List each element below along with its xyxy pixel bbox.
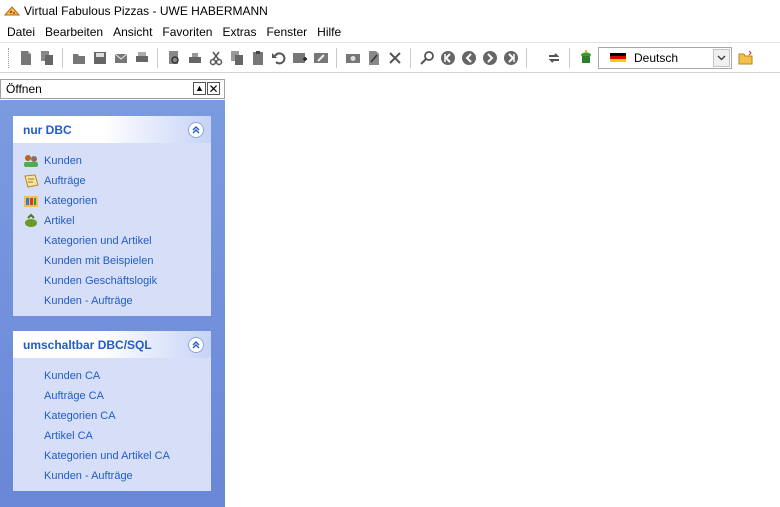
nav-item-label: Kategorien und Artikel CA (44, 450, 170, 462)
group-nur-dbc: nur DBC Kunden Aufträge Kategorien Artik… (13, 116, 211, 316)
nav-item-kunden-geschaeftslogik[interactable]: Kunden Geschäftslogik (13, 271, 211, 291)
nav-item-label: Kategorien CA (44, 410, 116, 422)
open-icon[interactable] (69, 48, 88, 68)
language-value: Deutsch (634, 50, 679, 65)
edit-record-icon[interactable] (311, 48, 330, 68)
nav-item-auftraege[interactable]: Aufträge (13, 171, 211, 191)
categories-icon (23, 193, 39, 209)
group-umschaltbar: umschaltbar DBC/SQL Kunden CA Aufträge C… (13, 331, 211, 491)
nav-item-kategorien-und-artikel-ca[interactable]: Kategorien und Artikel CA (13, 446, 211, 466)
last-record-icon[interactable] (501, 48, 520, 68)
nav-item-kunden-mit-beispielen[interactable]: Kunden mit Beispielen (13, 251, 211, 271)
toolbar-separator (62, 47, 63, 68)
previous-record-icon[interactable] (459, 48, 478, 68)
panel-body: nur DBC Kunden Aufträge Kategorien Artik… (0, 100, 225, 507)
new-record-icon[interactable] (290, 48, 309, 68)
new-document-icon[interactable] (16, 48, 35, 68)
panel-title: Öffnen (6, 82, 42, 96)
nav-item-artikel-ca[interactable]: Artikel CA (13, 426, 211, 446)
next-record-icon[interactable] (480, 48, 499, 68)
panel-header: Öffnen ▲ ✕ (0, 79, 225, 99)
cut-icon[interactable] (206, 48, 225, 68)
orders-icon (23, 173, 39, 189)
search-icon[interactable] (417, 48, 436, 68)
menu-bearbeiten[interactable]: Bearbeiten (40, 22, 108, 42)
print-preview-icon[interactable] (164, 48, 183, 68)
nav-item-label: Kunden CA (44, 370, 101, 382)
first-record-icon[interactable] (438, 48, 457, 68)
nav-item-auftraege-ca[interactable]: Aufträge CA (13, 386, 211, 406)
nav-item-artikel[interactable]: Artikel (13, 211, 211, 231)
print-setup-icon[interactable] (185, 48, 204, 68)
close-icon[interactable]: ✕ (207, 82, 220, 95)
edit-icon[interactable] (364, 48, 383, 68)
menu-datei[interactable]: Datei (2, 22, 40, 42)
nav-item-kategorien-und-artikel[interactable]: Kategorien und Artikel (13, 231, 211, 251)
menu-ansicht[interactable]: Ansicht (108, 22, 157, 42)
toolbar-separator (157, 47, 158, 68)
copy-icon[interactable] (227, 48, 246, 68)
nav-item-label: Artikel (44, 215, 75, 227)
collapse-icon[interactable] (188, 122, 204, 138)
toolbar: Deutsch (0, 42, 780, 73)
nav-item-label: Aufträge CA (44, 390, 104, 402)
email-icon[interactable] (111, 48, 130, 68)
nav-item-kategorien[interactable]: Kategorien (13, 191, 211, 211)
delete-icon[interactable] (385, 48, 404, 68)
collapse-icon[interactable] (188, 337, 204, 353)
refresh-icon[interactable] (544, 48, 563, 68)
stack-icon[interactable] (576, 48, 595, 68)
nav-item-kunden-auftraege[interactable]: Kunden - Aufträge (13, 291, 211, 311)
window-title: Virtual Fabulous Pizzas - UWE HABERMANN (24, 4, 268, 18)
save-icon[interactable] (90, 48, 109, 68)
nav-item-kategorien-ca[interactable]: Kategorien CA (13, 406, 211, 426)
german-flag-icon (610, 52, 626, 63)
nav-item-label: Kunden mit Beispielen (44, 255, 154, 267)
open-panel: Öffnen ▲ ✕ nur DBC Kunden Aufträge Kateg… (0, 79, 225, 507)
toolbar-grip[interactable] (8, 47, 11, 68)
nav-item-label: Kunden Geschäftslogik (44, 275, 158, 287)
group-header[interactable]: umschaltbar DBC/SQL (13, 331, 211, 358)
group-title: nur DBC (23, 122, 72, 137)
undo-icon[interactable] (269, 48, 288, 68)
toolbar-separator (526, 47, 527, 68)
menu-hilfe[interactable]: Hilfe (312, 22, 346, 42)
toolbar-separator (569, 47, 570, 68)
title-bar: Virtual Fabulous Pizzas - UWE HABERMANN (0, 0, 780, 22)
nav-item-kunden-ca[interactable]: Kunden CA (13, 366, 211, 386)
pizza-icon (4, 6, 20, 16)
nav-item-label: Aufträge (44, 175, 86, 187)
toolbar-separator (410, 47, 411, 68)
customers-icon (23, 153, 39, 169)
articles-icon (23, 213, 39, 229)
screenshot-icon[interactable] (343, 48, 362, 68)
copy-document-icon[interactable] (37, 48, 56, 68)
toolbar-separator (336, 47, 337, 68)
group-header[interactable]: nur DBC (13, 116, 211, 143)
nav-item-label: Kunden (44, 155, 82, 167)
nav-item-label: Kunden - Aufträge (44, 470, 133, 482)
chevron-down-icon[interactable] (713, 48, 730, 67)
menu-extras[interactable]: Extras (217, 22, 261, 42)
paste-icon[interactable] (248, 48, 267, 68)
nav-item-kunden[interactable]: Kunden (13, 151, 211, 171)
nav-item-label: Kategorien (44, 195, 98, 207)
print-icon[interactable] (132, 48, 151, 68)
group-title: umschaltbar DBC/SQL (23, 337, 152, 352)
menu-favoriten[interactable]: Favoriten (157, 22, 217, 42)
folder-open-icon[interactable] (736, 48, 755, 68)
nav-item-label: Artikel CA (44, 430, 93, 442)
nav-item-kunden-auftraege-ca[interactable]: Kunden - Aufträge (13, 466, 211, 486)
nav-item-label: Kategorien und Artikel (44, 235, 152, 247)
language-select[interactable]: Deutsch (598, 46, 732, 69)
menu-fenster[interactable]: Fenster (261, 22, 312, 42)
triangle-up-icon[interactable]: ▲ (193, 82, 206, 95)
nav-item-label: Kunden - Aufträge (44, 295, 133, 307)
menu-bar: Datei Bearbeiten Ansicht Favoriten Extra… (0, 22, 780, 42)
